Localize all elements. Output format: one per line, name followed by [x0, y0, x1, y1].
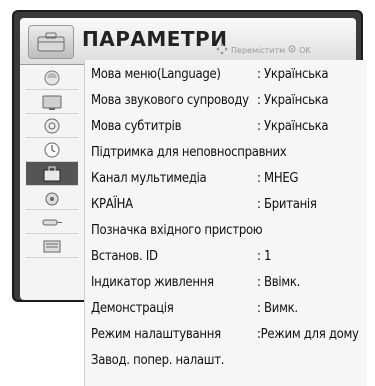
options-icon[interactable] [26, 162, 78, 186]
clock-icon[interactable] [26, 138, 78, 162]
time-icon[interactable] [26, 114, 78, 138]
setting-label: Встанов. ID [91, 248, 158, 264]
nav-hint: Переміститм OK [216, 43, 311, 57]
setting-label: Мова звукового супроводу [91, 92, 249, 108]
setting-row-mode-setup[interactable]: Режим налаштування :Режим для дому [91, 322, 359, 346]
setting-label: Індикатор живлення [91, 274, 214, 290]
setting-value: : Українська [257, 118, 329, 134]
setting-value: : Українська [257, 92, 329, 108]
setting-row-subtitle-language[interactable]: Мова субтитрів : Українська [91, 114, 329, 138]
settings-list: Мова меню(Language) : Українська Мова зв… [84, 60, 367, 386]
setting-label: Позначка вхідного пристрою [91, 222, 263, 238]
setting-label: Мова субтитрів [91, 118, 182, 134]
setting-row-accessibility[interactable]: Підтримка для неповносправних [91, 140, 287, 164]
menu-header: ПАРАМЕТРИ Переміститм OK [20, 18, 356, 65]
setting-value: : Ввімк. [257, 274, 301, 290]
usb-icon[interactable] [26, 234, 78, 258]
move-hint-label: Переміститм [231, 45, 286, 55]
setting-row-audio-language[interactable]: Мова звукового супроводу : Українська [91, 88, 329, 112]
picture-icon[interactable] [26, 66, 78, 90]
ok-icon [288, 45, 296, 55]
setting-value: :Режим для дому [257, 326, 359, 342]
setting-value: : 1 [257, 248, 272, 264]
setting-value: : Українська [257, 66, 329, 82]
audio-icon[interactable] [26, 90, 78, 114]
setting-label: Канал мультимедіа [91, 170, 207, 186]
input-icon[interactable] [26, 210, 78, 234]
setting-value: : Вимк. [257, 300, 298, 316]
setting-row-country[interactable]: КРАЇНА : Британія [91, 192, 317, 216]
setting-row-menu-language[interactable]: Мова меню(Language) : Українська [91, 62, 329, 86]
lock-icon[interactable] [26, 186, 78, 210]
setting-label: Мова меню(Language) [91, 66, 221, 82]
setting-label: Режим налаштування [91, 326, 221, 342]
setting-row-factory-reset[interactable]: Завод. попер. налашт. [91, 348, 224, 372]
setting-label: Завод. попер. налашт. [91, 352, 225, 368]
setting-row-input-label[interactable]: Позначка вхідного пристрою [91, 218, 263, 242]
setting-label: Демонстрація [91, 300, 174, 316]
setting-label: КРАЇНА [91, 196, 133, 212]
setting-value: : Британія [257, 196, 317, 212]
dpad-icon [216, 43, 228, 57]
setting-value: : MHEG [257, 170, 299, 186]
setting-row-power-indicator[interactable]: Індикатор живлення : Ввімк. [91, 270, 300, 294]
setting-row-demo[interactable]: Демонстрація : Вимк. [91, 296, 298, 320]
side-category-bar [26, 66, 78, 284]
setting-row-multimedia-channel[interactable]: Канал мультимедіа : MHEG [91, 166, 299, 190]
page-title: ПАРАМЕТРИ [82, 27, 228, 51]
setting-label: Підтримка для неповносправних [91, 144, 287, 160]
ok-hint-label: OK [299, 45, 311, 55]
setting-row-set-id[interactable]: Встанов. ID : 1 [91, 244, 272, 268]
toolbox-icon [28, 25, 74, 59]
